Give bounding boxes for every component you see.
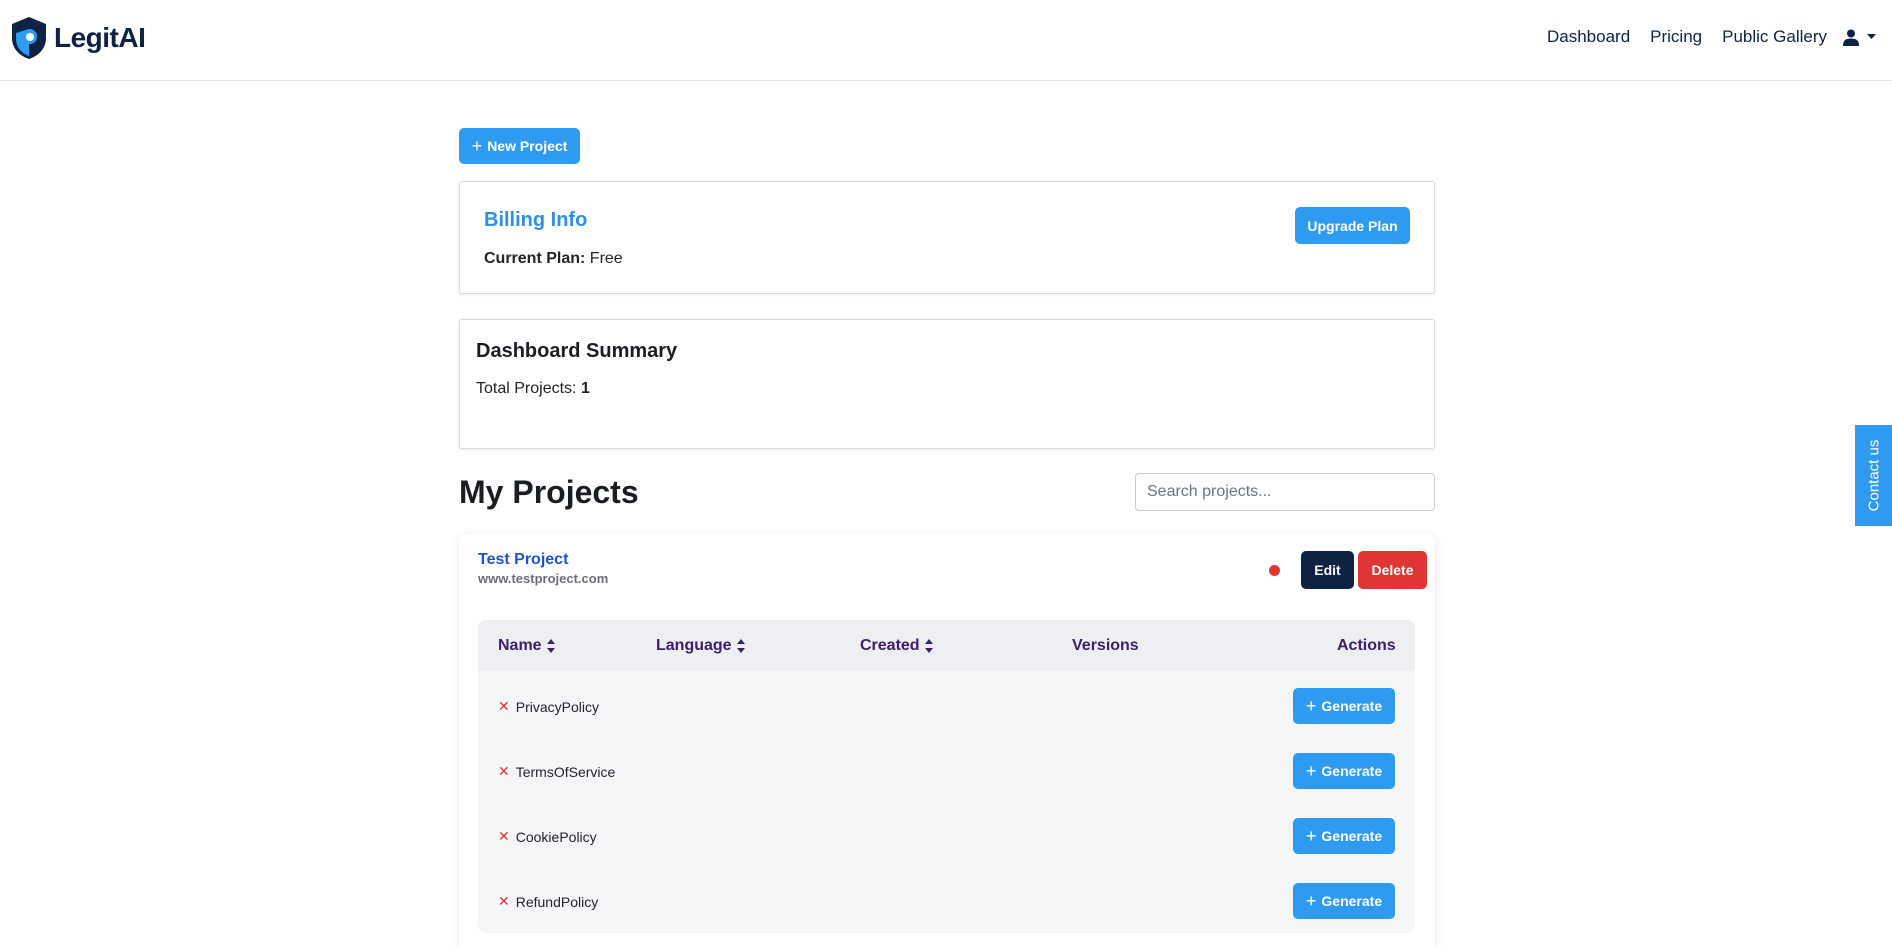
generate-label: Generate bbox=[1321, 763, 1383, 779]
plus-icon: + bbox=[1305, 761, 1317, 781]
policy-name-label: PrivacyPolicy bbox=[515, 698, 599, 715]
plus-icon: + bbox=[471, 136, 483, 156]
caret-down-icon bbox=[1867, 34, 1876, 39]
dashboard-summary-card: Dashboard Summary Total Projects: 1 bbox=[459, 319, 1435, 449]
project-name-link[interactable]: Test Project bbox=[478, 551, 568, 569]
nav-links: Dashboard Pricing Public Gallery bbox=[1547, 27, 1876, 47]
total-projects-value: 1 bbox=[580, 380, 590, 397]
generate-label: Generate bbox=[1321, 698, 1383, 714]
current-plan-value: Free bbox=[589, 250, 623, 267]
nav-pricing[interactable]: Pricing bbox=[1650, 27, 1702, 47]
column-header-language[interactable]: Language bbox=[656, 637, 746, 655]
policy-name: ✕ TermsOfService bbox=[498, 763, 615, 780]
sort-icon bbox=[924, 639, 933, 653]
table-row: ✕ CookiePolicy + Generate bbox=[478, 808, 1415, 862]
policies-table: Name Language Created Versions Actions ✕… bbox=[478, 620, 1415, 933]
policy-name-label: TermsOfService bbox=[515, 763, 616, 780]
edit-button[interactable]: Edit bbox=[1301, 551, 1354, 589]
sort-icon bbox=[736, 639, 745, 653]
generate-button[interactable]: + Generate bbox=[1293, 688, 1395, 724]
sort-icon bbox=[546, 639, 555, 653]
column-versions-label: Versions bbox=[1072, 637, 1139, 654]
summary-title: Dashboard Summary bbox=[476, 340, 678, 362]
contact-us-label: Contact us bbox=[1865, 439, 1882, 512]
not-generated-x-icon: ✕ bbox=[498, 893, 510, 909]
new-project-label: New Project bbox=[487, 138, 568, 154]
not-generated-x-icon: ✕ bbox=[498, 828, 510, 844]
table-row: ✕ PrivacyPolicy + Generate bbox=[478, 678, 1415, 732]
contact-us-tab[interactable]: Contact us bbox=[1855, 425, 1892, 526]
policy-name: ✕ RefundPolicy bbox=[498, 893, 598, 910]
generate-button[interactable]: + Generate bbox=[1293, 818, 1395, 854]
brand-logo[interactable]: LegitAI bbox=[10, 16, 146, 60]
table-row: ✕ RefundPolicy + Generate bbox=[478, 873, 1415, 927]
generate-button[interactable]: + Generate bbox=[1293, 753, 1395, 789]
user-icon bbox=[1843, 29, 1859, 46]
column-actions-label: Actions bbox=[1337, 637, 1396, 654]
status-indicator bbox=[1269, 565, 1280, 576]
column-language-label: Language bbox=[656, 637, 732, 654]
billing-title: Billing Info bbox=[484, 209, 588, 231]
policy-name-label: CookiePolicy bbox=[515, 828, 597, 845]
current-plan: Current Plan: Free bbox=[484, 250, 623, 268]
column-header-actions: Actions bbox=[1337, 637, 1396, 655]
column-header-created[interactable]: Created bbox=[860, 637, 934, 655]
column-header-versions: Versions bbox=[1072, 637, 1139, 655]
user-menu-toggle[interactable] bbox=[1843, 29, 1876, 46]
not-generated-x-icon: ✕ bbox=[498, 763, 510, 779]
plus-icon: + bbox=[1305, 826, 1317, 846]
nav-public-gallery[interactable]: Public Gallery bbox=[1722, 27, 1827, 47]
project-card: Test Project www.testproject.com Edit De… bbox=[459, 534, 1435, 947]
table-header: Name Language Created Versions Actions bbox=[478, 620, 1415, 671]
current-plan-label: Current Plan: bbox=[484, 250, 586, 267]
generate-label: Generate bbox=[1321, 828, 1383, 844]
column-created-label: Created bbox=[860, 637, 920, 654]
billing-card: Billing Info Current Plan: Free Upgrade … bbox=[459, 181, 1435, 294]
policy-name-label: RefundPolicy bbox=[515, 893, 599, 910]
table-row: ✕ TermsOfService + Generate bbox=[478, 743, 1415, 797]
total-projects: Total Projects: 1 bbox=[476, 380, 590, 398]
brand-name: LegitAI bbox=[54, 22, 146, 53]
not-generated-x-icon: ✕ bbox=[498, 698, 510, 714]
generate-button[interactable]: + Generate bbox=[1293, 883, 1395, 919]
column-header-name[interactable]: Name bbox=[498, 637, 556, 655]
project-url: www.testproject.com bbox=[478, 571, 609, 586]
nav-dashboard[interactable]: Dashboard bbox=[1547, 27, 1630, 47]
delete-button[interactable]: Delete bbox=[1358, 551, 1427, 589]
generate-label: Generate bbox=[1321, 893, 1383, 909]
column-name-label: Name bbox=[498, 637, 542, 654]
shield-logo-icon bbox=[12, 17, 46, 59]
top-navbar: LegitAI Dashboard Pricing Public Gallery bbox=[0, 0, 1892, 81]
search-input[interactable] bbox=[1135, 473, 1435, 511]
new-project-button[interactable]: + New Project bbox=[459, 128, 580, 164]
upgrade-plan-button[interactable]: Upgrade Plan bbox=[1295, 207, 1410, 244]
plus-icon: + bbox=[1305, 696, 1317, 716]
total-projects-label: Total Projects: bbox=[476, 380, 577, 397]
plus-icon: + bbox=[1305, 891, 1317, 911]
page-title: My Projects bbox=[459, 474, 639, 510]
policy-name: ✕ CookiePolicy bbox=[498, 828, 597, 845]
policy-name: ✕ PrivacyPolicy bbox=[498, 698, 599, 715]
